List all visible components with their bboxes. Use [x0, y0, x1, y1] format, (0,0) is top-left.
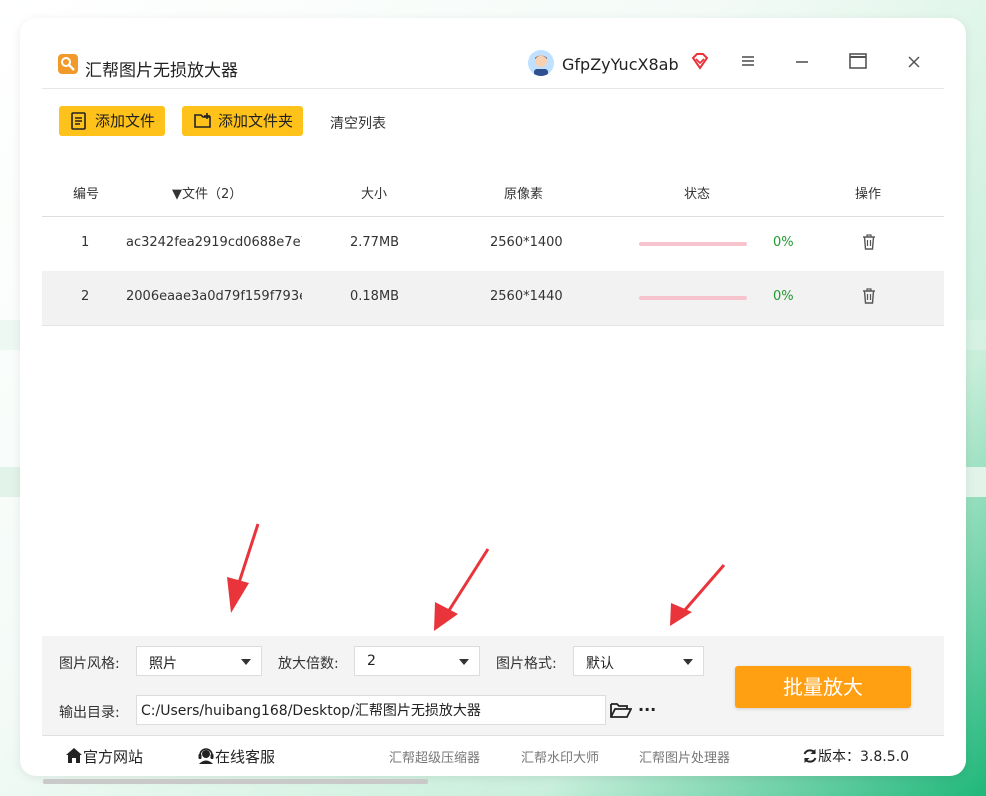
official-site-label: 官方网站: [83, 748, 144, 766]
row-pixels: 2560*1440: [490, 289, 563, 304]
image-processor-link[interactable]: 汇帮图片处理器: [639, 747, 730, 766]
style-label: 图片风格:: [59, 656, 120, 672]
progress-percent: 0%: [773, 235, 794, 250]
version-label: 版本：3.8.5.0: [818, 749, 909, 765]
refresh-icon: [803, 749, 817, 763]
online-support-label: 在线客服: [215, 748, 276, 766]
row-size: 2.77MB: [350, 235, 400, 250]
format-select-value: 默认: [586, 656, 614, 672]
app-container: 汇帮图片无损放大器 GfpZyYucX8ab 添加文件 添加文件夹 清空列表 编…: [42, 40, 944, 766]
format-select[interactable]: 默认: [573, 646, 704, 676]
footer-bar: 官方网站 在线客服 汇帮超级压缩器 汇帮水印大师 汇帮图片处理器 版本：3.8.…: [42, 735, 944, 774]
header-pixels: 原像素: [504, 187, 544, 202]
title-bar: 汇帮图片无损放大器 GfpZyYucX8ab: [42, 40, 944, 89]
chevron-down-icon: [683, 659, 693, 665]
row-filename: ac3242fea2919cd0688e7e7(: [126, 235, 302, 250]
progress-percent: 0%: [773, 289, 794, 304]
output-label: 输出目录:: [59, 705, 120, 721]
scale-label: 放大倍数:: [278, 656, 339, 672]
version-info[interactable]: 版本：3.8.5.0: [802, 746, 909, 766]
close-icon[interactable]: [902, 52, 926, 76]
username[interactable]: GfpZyYucX8ab: [562, 55, 679, 74]
row-index: 2: [81, 289, 90, 304]
style-select[interactable]: 照片: [136, 646, 262, 676]
output-path-input[interactable]: [136, 695, 606, 725]
official-site-link[interactable]: 官方网站: [65, 746, 143, 767]
more-options-icon[interactable]: ···: [638, 700, 656, 719]
minimize-icon[interactable]: [790, 52, 814, 76]
app-logo-icon: [58, 54, 78, 74]
clear-list-button[interactable]: 清空列表: [330, 113, 386, 133]
row-index: 1: [81, 235, 90, 250]
progress-bar: [639, 242, 747, 246]
add-folder-label: 添加文件夹: [218, 112, 294, 130]
batch-enlarge-button[interactable]: 批量放大: [735, 666, 911, 708]
header-size: 大小: [361, 187, 388, 202]
vip-diamond-icon[interactable]: [690, 51, 710, 75]
delete-icon[interactable]: [862, 234, 876, 254]
add-file-button[interactable]: 添加文件: [59, 106, 165, 136]
style-select-value: 照片: [149, 656, 177, 672]
table-row[interactable]: 1 ac3242fea2919cd0688e7e7( 2.77MB 2560*1…: [42, 217, 944, 272]
scale-select[interactable]: 2: [354, 646, 480, 676]
chevron-down-icon: [241, 659, 251, 665]
table-row[interactable]: 2 2006eaae3a0d79f159f793e5 0.18MB 2560*1…: [42, 271, 944, 326]
add-folder-icon: [194, 113, 211, 128]
folder-open-icon[interactable]: [610, 701, 633, 723]
app-title: 汇帮图片无损放大器: [85, 61, 238, 81]
header-file[interactable]: ▼文件（2）: [172, 183, 242, 202]
table-header: 编号 ▼文件（2） 大小 原像素 状态 操作: [42, 164, 944, 217]
row-filename: 2006eaae3a0d79f159f793e5: [126, 289, 302, 304]
menu-icon[interactable]: [736, 52, 760, 76]
headset-icon: [198, 748, 214, 764]
header-action: 操作: [855, 187, 882, 202]
app-window: 汇帮图片无损放大器 GfpZyYucX8ab 添加文件 添加文件夹 清空列表 编…: [20, 18, 966, 776]
home-icon: [66, 748, 82, 763]
scale-select-value: 2: [367, 653, 376, 669]
settings-panel: 图片风格: 照片 放大倍数: 2 图片格式: 默认 输出目录: ··· 批量放大: [42, 636, 944, 735]
watermark-link[interactable]: 汇帮水印大师: [521, 747, 599, 766]
maximize-icon[interactable]: [846, 52, 870, 76]
add-file-label: 添加文件: [95, 112, 156, 130]
header-status: 状态: [684, 187, 711, 202]
add-file-icon: [71, 112, 86, 130]
add-folder-button[interactable]: 添加文件夹: [182, 106, 303, 136]
header-index: 编号: [73, 187, 100, 202]
delete-icon[interactable]: [862, 288, 876, 308]
row-pixels: 2560*1400: [490, 235, 563, 250]
row-size: 0.18MB: [350, 289, 400, 304]
progress-bar: [639, 296, 747, 300]
scrollbar[interactable]: [43, 779, 428, 784]
avatar[interactable]: [528, 50, 554, 76]
format-label: 图片格式:: [496, 656, 557, 672]
chevron-down-icon: [459, 659, 469, 665]
compressor-link[interactable]: 汇帮超级压缩器: [389, 747, 480, 766]
online-support-link[interactable]: 在线客服: [197, 746, 275, 767]
